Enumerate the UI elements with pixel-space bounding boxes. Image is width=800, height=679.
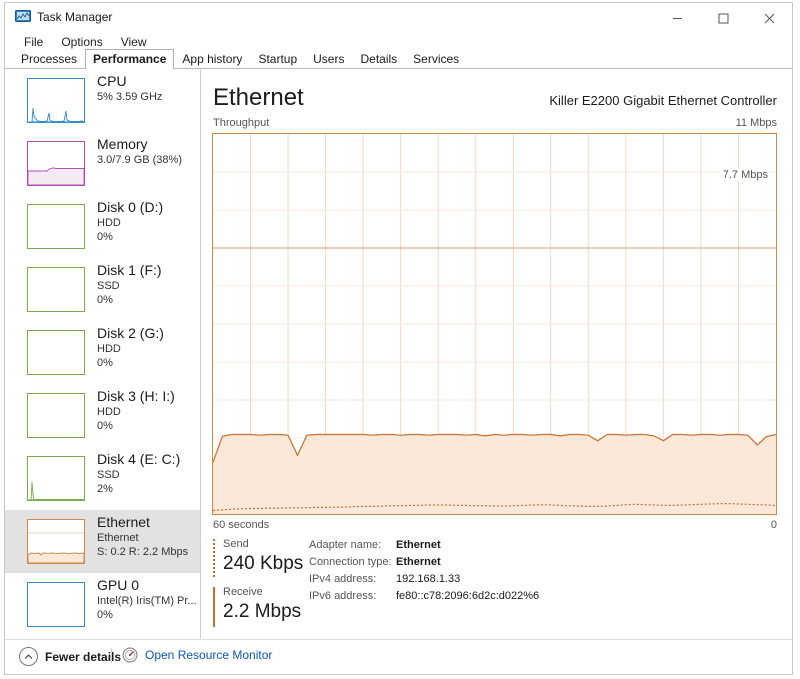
ipv4-value: 192.168.1.33 xyxy=(396,573,461,585)
disk-0-mini-graph xyxy=(27,204,85,249)
sidebar-item-label: Disk 1 (F:) xyxy=(97,262,162,278)
gpu-0-mini-graph xyxy=(27,582,85,627)
disk-2-mini-graph xyxy=(27,330,85,375)
sidebar-item-label: Disk 3 (H: I:) xyxy=(97,388,175,404)
ethernet-mini-graph xyxy=(27,519,85,564)
sidebar-item-sub1: HDD xyxy=(97,406,121,418)
sidebar-item-label: Disk 0 (D:) xyxy=(97,199,164,215)
adapter-name-row: Adapter name: Ethernet xyxy=(309,537,539,554)
sidebar-item-label: Disk 2 (G:) xyxy=(97,325,164,341)
tab-details[interactable]: Details xyxy=(352,49,405,69)
sidebar-item-memory[interactable]: Memory 3.0/7.9 GB (38%) xyxy=(5,132,201,195)
fewer-details-label: Fewer details xyxy=(45,649,122,664)
disk-3-mini-graph xyxy=(27,393,85,438)
sidebar-item-sub1: SSD xyxy=(97,469,120,481)
sidebar-item-sub2: 2% xyxy=(97,483,113,495)
graph-axis-left: 60 seconds xyxy=(213,519,270,531)
performance-detail-panel: Ethernet Killer E2200 Gigabit Ethernet C… xyxy=(201,69,792,640)
minimize-button[interactable] xyxy=(654,3,700,33)
tab-performance[interactable]: Performance xyxy=(85,49,175,69)
sidebar-item-label: CPU xyxy=(97,73,127,89)
ipv6-key: IPv6 address: xyxy=(309,590,377,602)
fewer-details-button[interactable]: Fewer details xyxy=(19,647,121,666)
footer-bar: Fewer details Open Resource Monitor xyxy=(5,639,792,674)
sidebar-item-sub2: 0% xyxy=(97,420,113,432)
window-title: Task Manager xyxy=(37,10,113,24)
maximize-button[interactable] xyxy=(700,3,746,33)
connection-type-value: Ethernet xyxy=(396,556,441,568)
adapter-name-value: Ethernet xyxy=(396,539,441,551)
tab-users[interactable]: Users xyxy=(305,49,352,69)
task-manager-icon xyxy=(15,10,31,24)
ipv6-value: fe80::c78:2096:6d2c:d022%6 xyxy=(396,590,540,602)
stats-row: Send 240 Kbps Receive 2.2 Mbps Adapter n… xyxy=(213,537,783,632)
receive-label: Receive xyxy=(223,586,263,598)
tab-startup[interactable]: Startup xyxy=(250,49,305,69)
send-indicator xyxy=(213,539,215,579)
window-controls xyxy=(654,3,792,33)
sidebar-item-sub2: 0% xyxy=(97,609,113,621)
tab-strip: Processes Performance App history Startu… xyxy=(5,49,792,69)
adapter-model-label: Killer E2200 Gigabit Ethernet Controller xyxy=(549,93,777,108)
task-manager-window: Task Manager File Options View Processes… xyxy=(4,2,793,675)
tab-processes[interactable]: Processes xyxy=(13,49,85,69)
sidebar-item-sub1: SSD xyxy=(97,280,120,292)
graph-mid-label: 7.7 Mbps xyxy=(720,169,770,181)
title-bar: Task Manager xyxy=(5,3,792,33)
sidebar-item-label: GPU 0 xyxy=(97,577,140,593)
sidebar-item-ethernet[interactable]: Ethernet Ethernet S: 0.2 R: 2.2 Mbps xyxy=(5,510,201,573)
tab-app-history[interactable]: App history xyxy=(174,49,250,69)
disk-1-mini-graph xyxy=(27,267,85,312)
content-area: CPU 5% 3.59 GHz Memory 3.0/7.9 GB (38%) xyxy=(5,69,792,640)
close-button[interactable] xyxy=(746,3,792,33)
adapter-name-key: Adapter name: xyxy=(309,539,382,551)
tab-services[interactable]: Services xyxy=(405,49,467,69)
send-value: 240 Kbps xyxy=(223,553,304,574)
throughput-graph xyxy=(212,133,777,515)
sidebar-item-sub1: 3.0/7.9 GB (38%) xyxy=(97,154,182,166)
ipv4-row: IPv4 address: 192.168.1.33 xyxy=(309,571,539,588)
sidebar-item-sub2: 0% xyxy=(97,357,113,369)
ipv4-key: IPv4 address: xyxy=(309,573,377,585)
sidebar-item-sub1: Intel(R) Iris(TM) Pr... xyxy=(97,595,197,607)
graph-axis-right: 0 xyxy=(770,519,777,531)
sidebar-item-sub1: HDD xyxy=(97,217,121,229)
sidebar-item-gpu-0[interactable]: GPU 0 Intel(R) Iris(TM) Pr... 0% xyxy=(5,573,201,636)
sidebar-item-disk-4[interactable]: Disk 4 (E: C:) SSD 2% xyxy=(5,447,201,510)
sidebar-item-label: Ethernet xyxy=(97,514,150,530)
sidebar-item-disk-1[interactable]: Disk 1 (F:) SSD 0% xyxy=(5,258,201,321)
sidebar-item-disk-0[interactable]: Disk 0 (D:) HDD 0% xyxy=(5,195,201,258)
disk-4-mini-graph xyxy=(27,456,85,501)
cpu-mini-graph xyxy=(27,78,85,123)
graph-caption: Throughput xyxy=(213,117,270,129)
chevron-up-icon xyxy=(19,647,38,666)
sidebar-item-sub1: Ethernet xyxy=(97,532,139,544)
sidebar-item-sub2: 0% xyxy=(97,231,113,243)
sidebar-item-label: Disk 4 (E: C:) xyxy=(97,451,181,467)
open-resource-monitor-link[interactable]: Open Resource Monitor xyxy=(122,647,272,663)
sidebar-item-cpu[interactable]: CPU 5% 3.59 GHz xyxy=(5,69,201,132)
connection-type-row: Connection type: Ethernet xyxy=(309,554,539,571)
adapter-info: Adapter name: Ethernet Connection type: … xyxy=(309,537,539,605)
page-title: Ethernet xyxy=(213,84,304,111)
send-label: Send xyxy=(223,538,249,550)
sidebar-item-sub1: HDD xyxy=(97,343,121,355)
ipv6-row: IPv6 address: fe80::c78:2096:6d2c:d022%6 xyxy=(309,588,539,605)
open-resource-monitor-label[interactable]: Open Resource Monitor xyxy=(145,648,272,662)
receive-indicator xyxy=(213,587,215,627)
connection-type-key: Connection type: xyxy=(309,556,392,568)
footer-divider xyxy=(111,648,112,663)
resource-sidebar[interactable]: CPU 5% 3.59 GHz Memory 3.0/7.9 GB (38%) xyxy=(5,69,201,640)
sidebar-item-sub2: S: 0.2 R: 2.2 Mbps xyxy=(97,546,189,558)
memory-mini-graph xyxy=(27,141,85,186)
graph-max-label: 11 Mbps xyxy=(735,117,777,129)
sidebar-item-disk-2[interactable]: Disk 2 (G:) HDD 0% xyxy=(5,321,201,384)
resource-monitor-icon xyxy=(122,647,138,663)
sidebar-item-label: Memory xyxy=(97,136,148,152)
sidebar-item-sub1: 5% 3.59 GHz xyxy=(97,91,163,103)
sidebar-item-disk-3[interactable]: Disk 3 (H: I:) HDD 0% xyxy=(5,384,201,447)
sidebar-item-sub2: 0% xyxy=(97,294,113,306)
receive-value: 2.2 Mbps xyxy=(223,601,302,622)
